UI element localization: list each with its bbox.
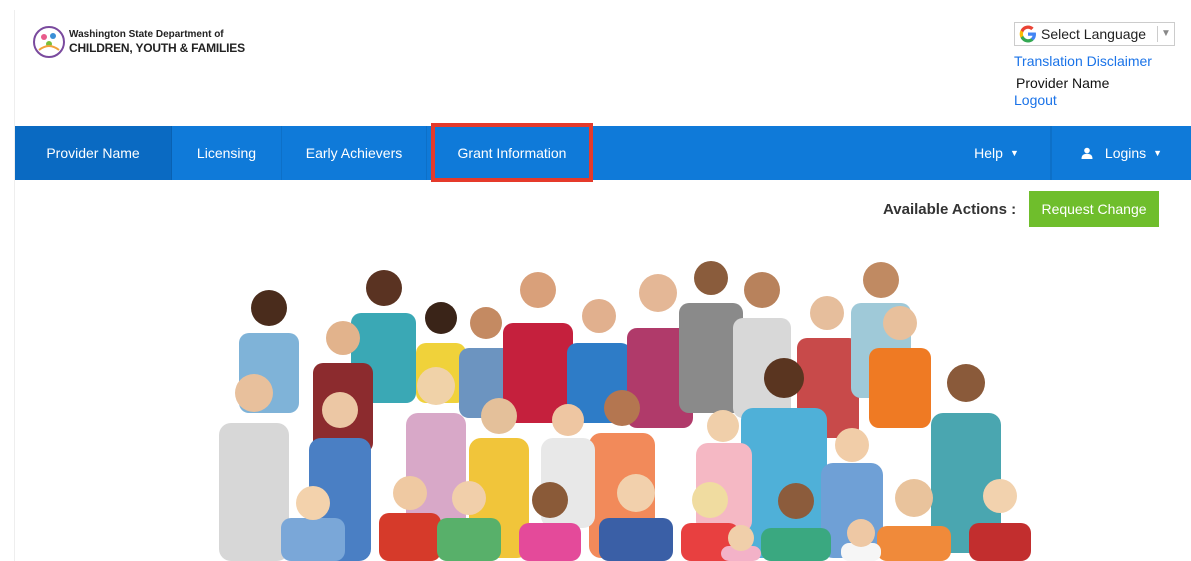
nav-help-label: Help <box>974 145 1003 161</box>
nav-help[interactable]: Help ▼ <box>943 126 1051 180</box>
page-frame: Washington State Department of CHILDREN,… <box>14 10 1191 561</box>
logo-line-2: CHILDREN, YOUTH & FAMILIES <box>69 41 245 55</box>
nav-licensing[interactable]: Licensing <box>172 126 282 180</box>
chevron-down-icon: ▼ <box>1009 148 1019 158</box>
main-navbar: Provider Name Licensing Early Achievers … <box>15 126 1191 180</box>
user-icon <box>1081 147 1093 159</box>
nav-grant-information[interactable]: Grant Information <box>431 123 593 182</box>
nav-provider-name[interactable]: Provider Name <box>15 126 172 180</box>
dcyf-logo[interactable]: Washington State Department of CHILDREN,… <box>33 26 245 58</box>
nav-logins[interactable]: Logins ▼ <box>1051 126 1191 180</box>
chevron-down-icon: ▼ <box>1153 148 1163 158</box>
logout-link[interactable]: Logout <box>1014 92 1057 108</box>
language-select-label: Select Language <box>1041 26 1147 42</box>
language-dropdown-icon: ▼ <box>1157 26 1174 42</box>
nav-logins-label: Logins <box>1104 145 1147 161</box>
request-change-button[interactable]: Request Change <box>1029 191 1159 227</box>
dcyf-logo-icon <box>33 26 65 58</box>
logo-line-1: Washington State Department of <box>69 29 224 40</box>
provider-name-text: Provider Name <box>1016 75 1110 91</box>
nav-early-achievers[interactable]: Early Achievers <box>282 126 427 180</box>
translation-disclaimer-link[interactable]: Translation Disclaimer <box>1014 53 1152 69</box>
available-actions-label: Available Actions : <box>883 201 1017 218</box>
google-icon <box>1019 25 1036 43</box>
language-select[interactable]: Select Language ▼ <box>1014 22 1175 46</box>
children-group-photo <box>219 261 1031 561</box>
hero-front-row <box>281 474 1031 561</box>
logo-text: Washington State Department of CHILDREN,… <box>69 29 245 55</box>
